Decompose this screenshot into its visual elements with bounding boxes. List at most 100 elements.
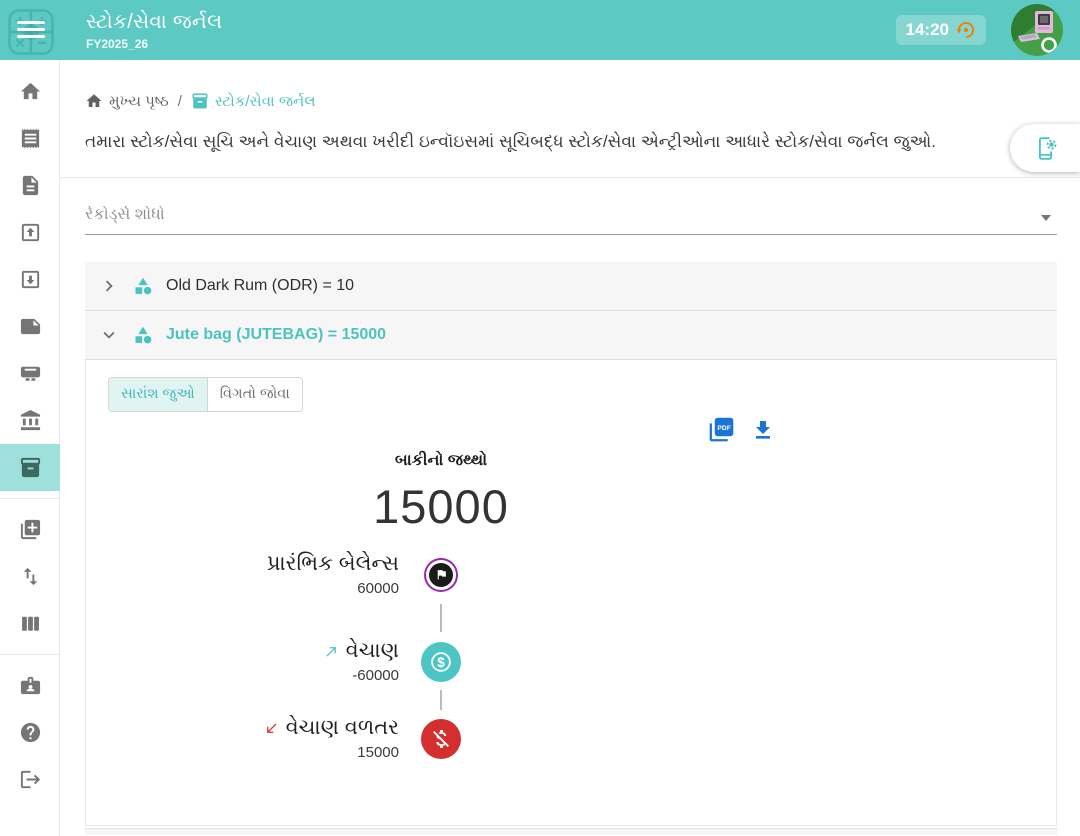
timeline-sales: વેચાણ -60000 $ [86,639,463,684]
logout-icon [19,768,42,791]
search-input[interactable] [85,198,1057,235]
timeline-value: 60000 [86,580,399,597]
time-badge[interactable]: 14:20 [896,15,986,45]
receipt-icon [19,127,42,150]
journal-detail-panel: સારાંશ જુઓ વિગતો જોવા PDF [85,360,1057,826]
sidebar-item-stock-journal[interactable] [0,444,60,491]
hamburger-icon [17,21,45,24]
timeline-label: વેચાણ વળતર [286,716,399,740]
breadcrumb-current-label: સ્ટોક/સેવા જર્નલ [215,93,316,110]
sidebar-item-import-export[interactable] [0,553,60,600]
download-button[interactable] [751,418,775,442]
flag-icon [435,568,448,581]
pos-terminal-icon [19,362,42,385]
arrow-down-left-icon [264,721,279,736]
download-box-icon [19,268,42,291]
tab-details-view[interactable]: વિગતો જોવા [207,378,302,411]
sidebar-item-documents[interactable] [0,162,60,209]
contact-badge-icon [19,674,42,697]
stock-timeline: પ્રારંભિક બેલેન્સ 60000 [86,552,463,761]
pdf-export-icon: PDF [708,416,735,443]
sidebar-item-receipts[interactable] [0,115,60,162]
money-off-dot [421,719,461,759]
sidebar-item-logout[interactable] [0,756,60,803]
tab-summary-view[interactable]: સારાંશ જુઓ [109,378,207,411]
journal-list: Old Dark Rum (ODR) = 10 Jute bag (JUTEBA… [85,262,1057,835]
sidebar-item-add-library[interactable] [0,506,60,553]
inventory-box-icon [19,456,42,479]
document-icon [19,174,42,197]
inventory-box-icon [191,92,209,110]
journal-item-label: Old Dark Rum (ODR) = 10 [166,277,354,295]
breadcrumb-home-link[interactable]: મુખ્ય પૃષ્ઠ [85,92,169,110]
sidebar-item-help[interactable] [0,709,60,756]
user-avatar[interactable] [1011,4,1063,56]
timeline-label: પ્રારંભિક બેલેન્સ [267,552,399,576]
timeline-connector [440,604,442,632]
sidebar-item-tables[interactable] [0,600,60,647]
timeline-opening-balance: પ્રારંભિક બેલેન્સ 60000 [86,552,463,597]
retro-computer-avatar [1011,4,1063,56]
money-circle-icon: $ [428,649,454,675]
timeline-sales-return: વેચાણ વળતર 15000 [86,716,463,761]
chevron-right-icon [98,275,120,297]
bank-icon [19,409,42,432]
sidebar-item-bank[interactable] [0,397,60,444]
upload-box-icon [19,221,42,244]
breadcrumb-separator: / [178,93,182,110]
svg-text:PDF: PDF [717,425,731,432]
money-off-icon [429,727,453,751]
balance-label: બાકીનો જથ્થો [86,452,796,470]
export-actions: PDF [708,416,775,443]
page-title: સ્ટોક/સેવા જર્નલ [86,11,222,34]
money-dot: $ [421,642,461,682]
journal-item-label: Jute bag (JUTEBAG) = 15000 [166,326,386,344]
journal-row-old-dark-rum[interactable]: Old Dark Rum (ODR) = 10 [85,262,1057,311]
svg-text:$: $ [437,654,445,669]
help-icon [19,721,42,744]
app-root: સ્ટોક/સેવા જર્નલ FY2025_26 14:20 [0,0,1080,836]
columns-icon [19,612,42,635]
app-settings-fab[interactable] [1010,124,1080,172]
swap-vertical-icon [19,565,42,588]
sidebar-divider [0,654,59,655]
search-field [85,198,1057,235]
next-journal-row-partial[interactable] [85,828,1057,835]
sidebar-item-notes[interactable] [0,303,60,350]
view-toggle: સારાંશ જુઓ વિગતો જોવા [108,377,303,412]
sidebar-item-inbox-upload[interactable] [0,209,60,256]
breadcrumb: મુખ્ય પૃષ્ઠ / સ્ટોક/સેવા જર્નલ [85,92,316,110]
phone-settings-icon [1032,135,1059,162]
history-restore-icon [956,20,976,40]
breadcrumb-home-label: મુખ્ય પૃષ્ઠ [109,93,169,110]
sidebar-item-home[interactable] [0,68,60,115]
timeline-connector [440,690,442,710]
timeline-value: -60000 [86,667,399,684]
section-divider [60,177,1080,178]
dropdown-caret-icon[interactable] [1041,215,1051,221]
category-icon [133,276,153,296]
sidebar-item-contacts[interactable] [0,662,60,709]
arrow-up-right-icon [324,644,339,659]
balance-value: 15000 [86,479,796,534]
balance-summary: બાકીનો જથ્થો 15000 [86,452,796,534]
main-content: મુખ્ય પૃષ્ઠ / સ્ટોક/સેવા જર્નલ તમારા સ્ટ… [60,60,1080,836]
flag-dot [424,558,458,592]
category-icon [133,325,153,345]
home-icon [85,92,103,110]
menu-button[interactable] [17,21,45,39]
sidebar-item-inbox-download[interactable] [0,256,60,303]
export-pdf-button[interactable]: PDF [708,416,735,443]
breadcrumb-current[interactable]: સ્ટોક/સેવા જર્નલ [191,92,316,110]
note-icon [19,315,42,338]
app-header: સ્ટોક/સેવા જર્નલ FY2025_26 14:20 [0,0,1080,60]
journal-row-jute-bag[interactable]: Jute bag (JUTEBAG) = 15000 [85,311,1057,360]
library-add-icon [19,518,42,541]
fiscal-year-label: FY2025_26 [86,37,148,51]
timeline-label: વેચાણ [346,639,399,663]
sidebar-item-pos[interactable] [0,350,60,397]
download-icon [751,418,775,442]
home-icon [19,80,42,103]
sidebar-divider [0,498,59,499]
chevron-down-icon [98,324,120,346]
